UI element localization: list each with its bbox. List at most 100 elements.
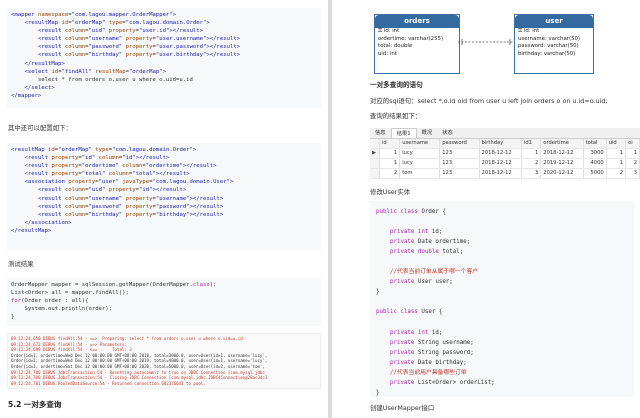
code-line: private String username; [376, 340, 474, 346]
table-cell[interactable]: 1 [521, 148, 542, 159]
table-cell[interactable]: 1 [606, 158, 627, 169]
result-tab[interactable]: 状态 [437, 128, 458, 138]
code-token: ></result> [189, 195, 224, 202]
code-token: public class [376, 209, 422, 215]
code-token: <result [37, 44, 65, 51]
code-token: "birthday" [155, 211, 190, 218]
table-cell[interactable]: 2018-12-12 [479, 168, 522, 179]
table-cell[interactable]: tom [399, 168, 441, 179]
table-cell[interactable]: 3000 [583, 148, 607, 159]
table-cell[interactable]: 1 [379, 148, 401, 159]
code-token: property [108, 28, 136, 35]
table-cell[interactable]: 2 [521, 158, 542, 169]
column-header[interactable]: uid [606, 139, 627, 149]
column-header[interactable]: id1 [521, 139, 542, 149]
code-token: javaType [122, 179, 150, 186]
code-token: 09:12:24,701 DEBUG PooledDataSource:54 -… [11, 380, 206, 386]
code-token: property [125, 44, 153, 51]
column-header[interactable]: ordertime [540, 139, 584, 149]
code-line: <select id="findAll" resultMap="orderMap… [11, 69, 166, 75]
table-cell[interactable]: 5000 [583, 168, 607, 179]
code-token: property [125, 52, 153, 59]
code-token: column [64, 211, 86, 218]
row-marker [370, 168, 380, 179]
code-token: ></result> [135, 155, 170, 162]
result-tab[interactable]: 结果1 [390, 128, 417, 138]
column-header[interactable]: birthday [479, 139, 522, 149]
code-token: </association> [24, 219, 72, 226]
code-token: "com.lagou.domain.Order" [112, 147, 193, 153]
code-token: property [68, 179, 96, 186]
table-cell[interactable]: 1 [379, 158, 401, 169]
code-token: column [64, 28, 86, 35]
entity-field: birthday: varchar(50) [518, 50, 576, 57]
code-token: //代表当前订单从属于哪一个客户 [389, 269, 479, 276]
table-row[interactable]: 2 tom 123 2018-12-12 3 2020-12-12 5000 2 3 [370, 168, 640, 179]
orders-entity-title: orders [375, 15, 459, 28]
table-cell[interactable]: 2018-12-12 [479, 158, 522, 169]
code-token: > [206, 20, 210, 27]
code-token: column [64, 52, 86, 59]
entity-field: total: double [378, 43, 413, 50]
table-cell[interactable]: 3 [625, 168, 640, 179]
column-header[interactable]: username [399, 139, 441, 149]
create-usermapper-text: 创建UserMapper接口 [370, 404, 435, 412]
code-line: select * from orders o,user u where o.ui… [11, 77, 193, 83]
code-token: property [108, 187, 136, 194]
column-header[interactable]: oi [625, 139, 640, 149]
column-header[interactable]: id [379, 139, 401, 149]
code-token: > [192, 147, 197, 153]
column-header[interactable]: password [439, 139, 480, 149]
table-cell[interactable]: 1 [606, 148, 627, 159]
table-row[interactable]: ▶ 1 lucy 123 2018-12-12 1 2018-12-12 3000 1 1 [370, 148, 640, 159]
column-header[interactable]: total [583, 139, 607, 149]
code-token: column [98, 155, 119, 162]
table-cell[interactable]: 3 [521, 168, 542, 179]
code-token: <result [24, 163, 52, 170]
code-token: private [389, 379, 418, 386]
code-token: "total" [132, 171, 156, 178]
code-token: id; [431, 229, 443, 236]
er-diagram: orders ⚿ id: int ordertime: varchar(255) t… [374, 6, 594, 78]
table-cell[interactable]: 2 [606, 168, 627, 179]
table-cell[interactable]: lucy [399, 158, 441, 169]
code-line: private String password; [376, 350, 474, 356]
code-token: "findAll" [61, 68, 92, 75]
table-cell[interactable]: 2019-12-12 [540, 158, 584, 169]
table-cell[interactable]: 2018-12-12 [540, 148, 584, 159]
code-line: <mapper namespace="com.lagou.mapper.Orde… [11, 12, 176, 18]
table-cell[interactable]: 123 [439, 168, 480, 179]
code-token: property [125, 195, 153, 202]
code-token: </mapper> [11, 92, 42, 99]
code-token: ></result> [189, 203, 224, 210]
table-cell[interactable]: 1 [625, 148, 640, 159]
table-cell[interactable]: lucy [399, 148, 441, 159]
code-token: ></result> [206, 52, 241, 59]
code-token: "birthday" [88, 211, 123, 218]
table-cell[interactable]: 2 [379, 168, 401, 179]
result-tab[interactable]: 信息 [370, 128, 391, 138]
table-cell[interactable]: 4000 [583, 158, 607, 169]
code-token: select * from orders o,user u where o.ui… [11, 76, 193, 83]
code-token: } [11, 314, 15, 321]
table-cell[interactable]: 2 [625, 158, 640, 169]
code-token: ></result> [155, 171, 190, 178]
code-line: private Date birthday; [376, 360, 467, 366]
result-tab[interactable]: 概况 [417, 128, 438, 138]
code-token: <result [37, 203, 65, 210]
entity-field: uid: int [378, 50, 397, 57]
table-row[interactable]: 1 lucy 123 2018-12-12 2 2019-12-12 4000 1 2 [370, 158, 640, 169]
code-token: "user.password" [155, 44, 207, 51]
table-cell[interactable]: 2018-12-12 [479, 148, 522, 159]
code-line: Order{id=1, ordertime=Wed Dec 12 00:00:0… [11, 358, 267, 363]
table-cell[interactable]: 123 [439, 158, 480, 169]
table-cell[interactable]: 2020-12-12 [540, 168, 584, 179]
table-cell[interactable]: 123 [439, 148, 480, 159]
code-token: "ordertime" [145, 163, 183, 170]
